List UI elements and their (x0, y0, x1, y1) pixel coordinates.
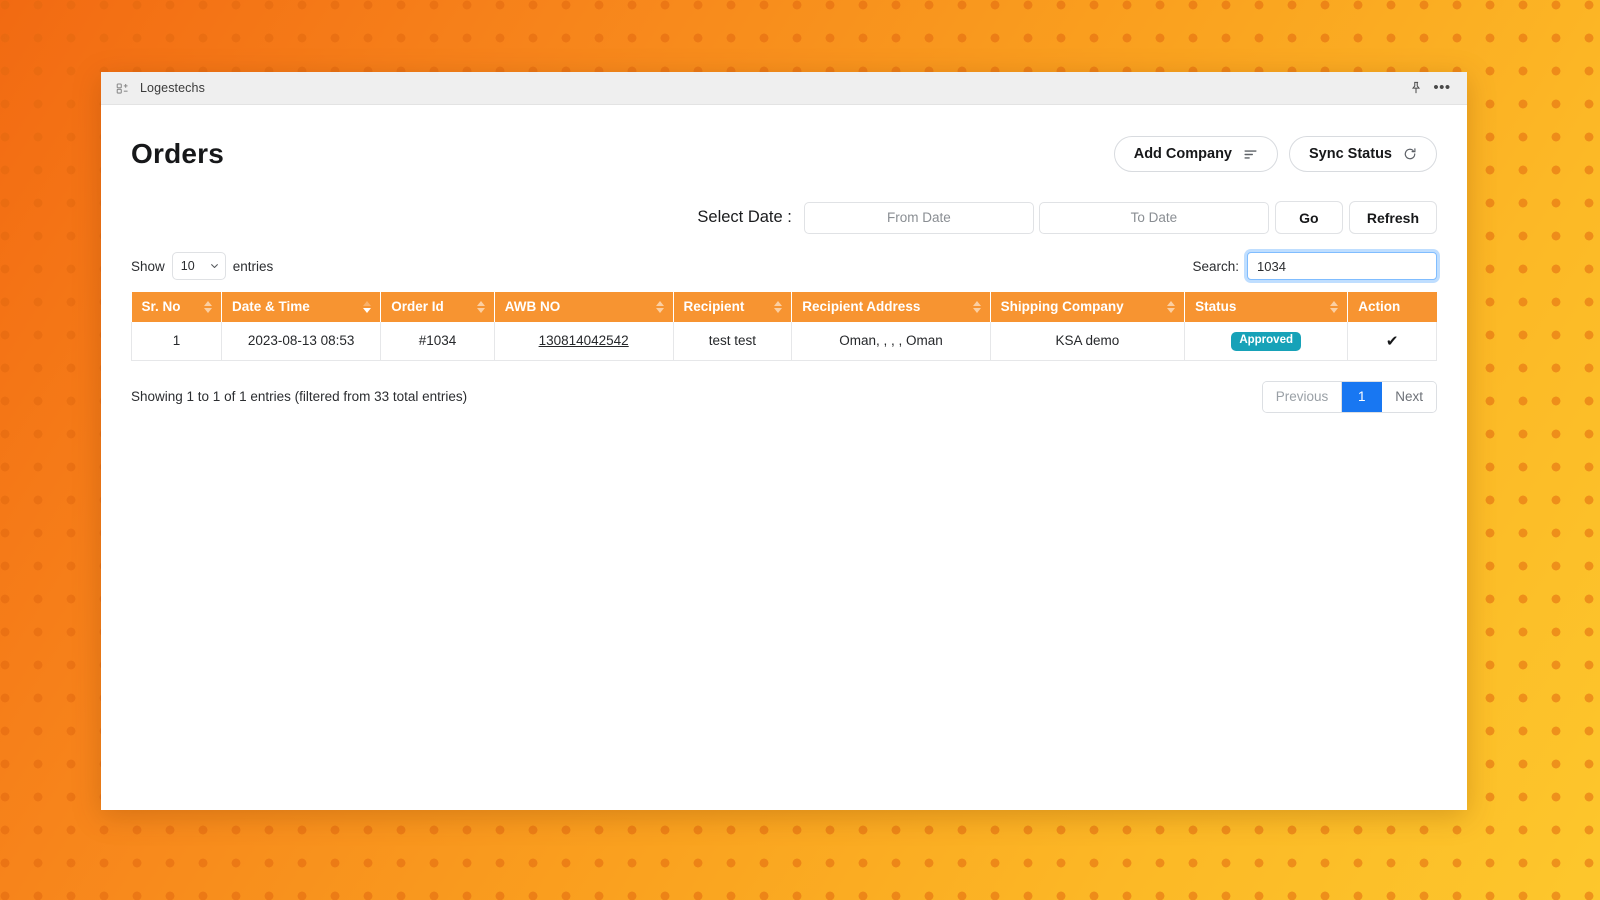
column-header-status[interactable]: Status (1184, 292, 1349, 322)
orders-table-body: 1 2023-08-13 08:53 #1034 130814042542 test t… (130, 322, 1437, 361)
pagination: Previous 1 Next (1261, 380, 1437, 413)
status-badge: Approved (1231, 332, 1301, 351)
column-header-recipient-address[interactable]: Recipient Address (791, 292, 991, 322)
show-label: Show (131, 258, 165, 274)
column-header-order-id[interactable]: Order Id (380, 292, 495, 322)
search-control: Search: (1192, 252, 1437, 280)
refresh-button[interactable]: Refresh (1348, 201, 1437, 234)
search-label: Search: (1192, 258, 1239, 274)
cell-awb-no: 130814042542 (493, 322, 674, 361)
ellipsis-icon[interactable]: ••• (1429, 77, 1455, 99)
sort-both-icon[interactable] (476, 301, 485, 313)
orders-header-row: Sr. No Date & Time Order Id AWB NO Recipient… (131, 292, 1437, 322)
date-filter-row: Select Date : Go Refresh (131, 201, 1437, 234)
cell-action: ✔ (1347, 322, 1437, 361)
sort-both-icon[interactable] (1167, 301, 1176, 313)
column-header-shipping-company[interactable]: Shipping Company (990, 292, 1186, 322)
entries-length-control: Show 102550100 entries (131, 252, 273, 280)
orders-table-head: Sr. No Date & Time Order Id AWB NO Recipient… (131, 292, 1437, 322)
header-actions: Add Company Sync Status (1113, 136, 1437, 172)
cell-shipping-company: KSA demo (989, 322, 1186, 361)
sync-status-button[interactable]: Sync Status (1289, 136, 1437, 172)
table-info-text: Showing 1 to 1 of 1 entries (filtered fr… (131, 389, 468, 404)
add-company-button[interactable]: Add Company (1113, 136, 1278, 172)
entries-label: entries (232, 258, 274, 274)
sort-both-icon[interactable] (655, 301, 664, 313)
awb-link[interactable]: 130814042542 (539, 333, 629, 348)
column-header-label: Status (1195, 299, 1237, 314)
cell-order-id: #1034 (380, 322, 495, 361)
column-header-label: Recipient (683, 299, 745, 314)
check-icon[interactable]: ✔ (1386, 333, 1399, 350)
cell-recipient-address: Oman, , , , Oman (791, 322, 991, 361)
column-header-sr-no[interactable]: Sr. No (131, 292, 223, 322)
window-title: Logestechs (140, 81, 205, 95)
column-header-label: Recipient Address (802, 299, 921, 314)
column-header-label: Date & Time (232, 299, 310, 314)
refresh-circle-icon (1403, 147, 1417, 161)
sort-desc-icon[interactable] (363, 301, 372, 313)
entries-select-wrap: 102550100 (171, 252, 226, 280)
cell-recipient: test test (672, 322, 793, 361)
table-row: 1 2023-08-13 08:53 #1034 130814042542 test t… (130, 322, 1437, 361)
apps-grid-icon (115, 81, 130, 96)
column-header-recipient[interactable]: Recipient (673, 292, 793, 322)
column-header-awb-no[interactable]: AWB NO (494, 292, 674, 322)
orders-table: Sr. No Date & Time Order Id AWB NO Recipient… (130, 292, 1437, 361)
table-footer: Showing 1 to 1 of 1 entries (filtered fr… (131, 380, 1437, 413)
sort-both-icon[interactable] (1330, 301, 1339, 313)
column-header-label: AWB NO (504, 299, 561, 314)
from-date-input[interactable] (803, 201, 1034, 234)
page-header: Orders Add Company Sync Status (131, 127, 1437, 181)
sync-status-label: Sync Status (1309, 146, 1392, 162)
column-header-label: Order Id (391, 299, 444, 314)
cell-status: Approved (1184, 322, 1349, 361)
app-window: Logestechs ••• Orders Add Company Sync S… (101, 72, 1467, 810)
to-date-input[interactable] (1038, 201, 1269, 234)
pagination-previous[interactable]: Previous (1262, 381, 1343, 412)
page-content: Orders Add Company Sync Status Select Da… (101, 105, 1467, 810)
window-title-bar: Logestechs ••• (101, 72, 1467, 105)
page-title: Orders (131, 138, 225, 169)
select-date-label: Select Date : (697, 208, 792, 226)
pin-icon[interactable] (1403, 77, 1429, 99)
sort-both-icon[interactable] (774, 301, 783, 313)
add-company-label: Add Company (1133, 146, 1232, 162)
column-header-action[interactable]: Action (1347, 292, 1437, 322)
sort-both-icon[interactable] (972, 301, 981, 313)
desktop-backdrop: Logestechs ••• Orders Add Company Sync S… (0, 0, 1600, 900)
go-button[interactable]: Go (1274, 201, 1343, 234)
sort-both-icon[interactable] (204, 301, 213, 313)
column-header-label: Shipping Company (1000, 299, 1124, 314)
filter-lines-icon (1243, 147, 1258, 162)
search-input[interactable] (1247, 252, 1437, 280)
table-controls: Show 102550100 entries Search: (131, 251, 1437, 281)
pagination-page-1[interactable]: 1 (1342, 381, 1383, 412)
pagination-next[interactable]: Next (1382, 381, 1436, 412)
column-header-label: Action (1358, 299, 1401, 314)
column-header-date-time[interactable]: Date & Time (221, 292, 382, 322)
cell-date-time: 2023-08-13 08:53 (221, 322, 382, 361)
cell-sr-no: 1 (130, 322, 223, 361)
entries-select[interactable]: 102550100 (171, 252, 226, 280)
column-header-label: Sr. No (141, 299, 181, 314)
